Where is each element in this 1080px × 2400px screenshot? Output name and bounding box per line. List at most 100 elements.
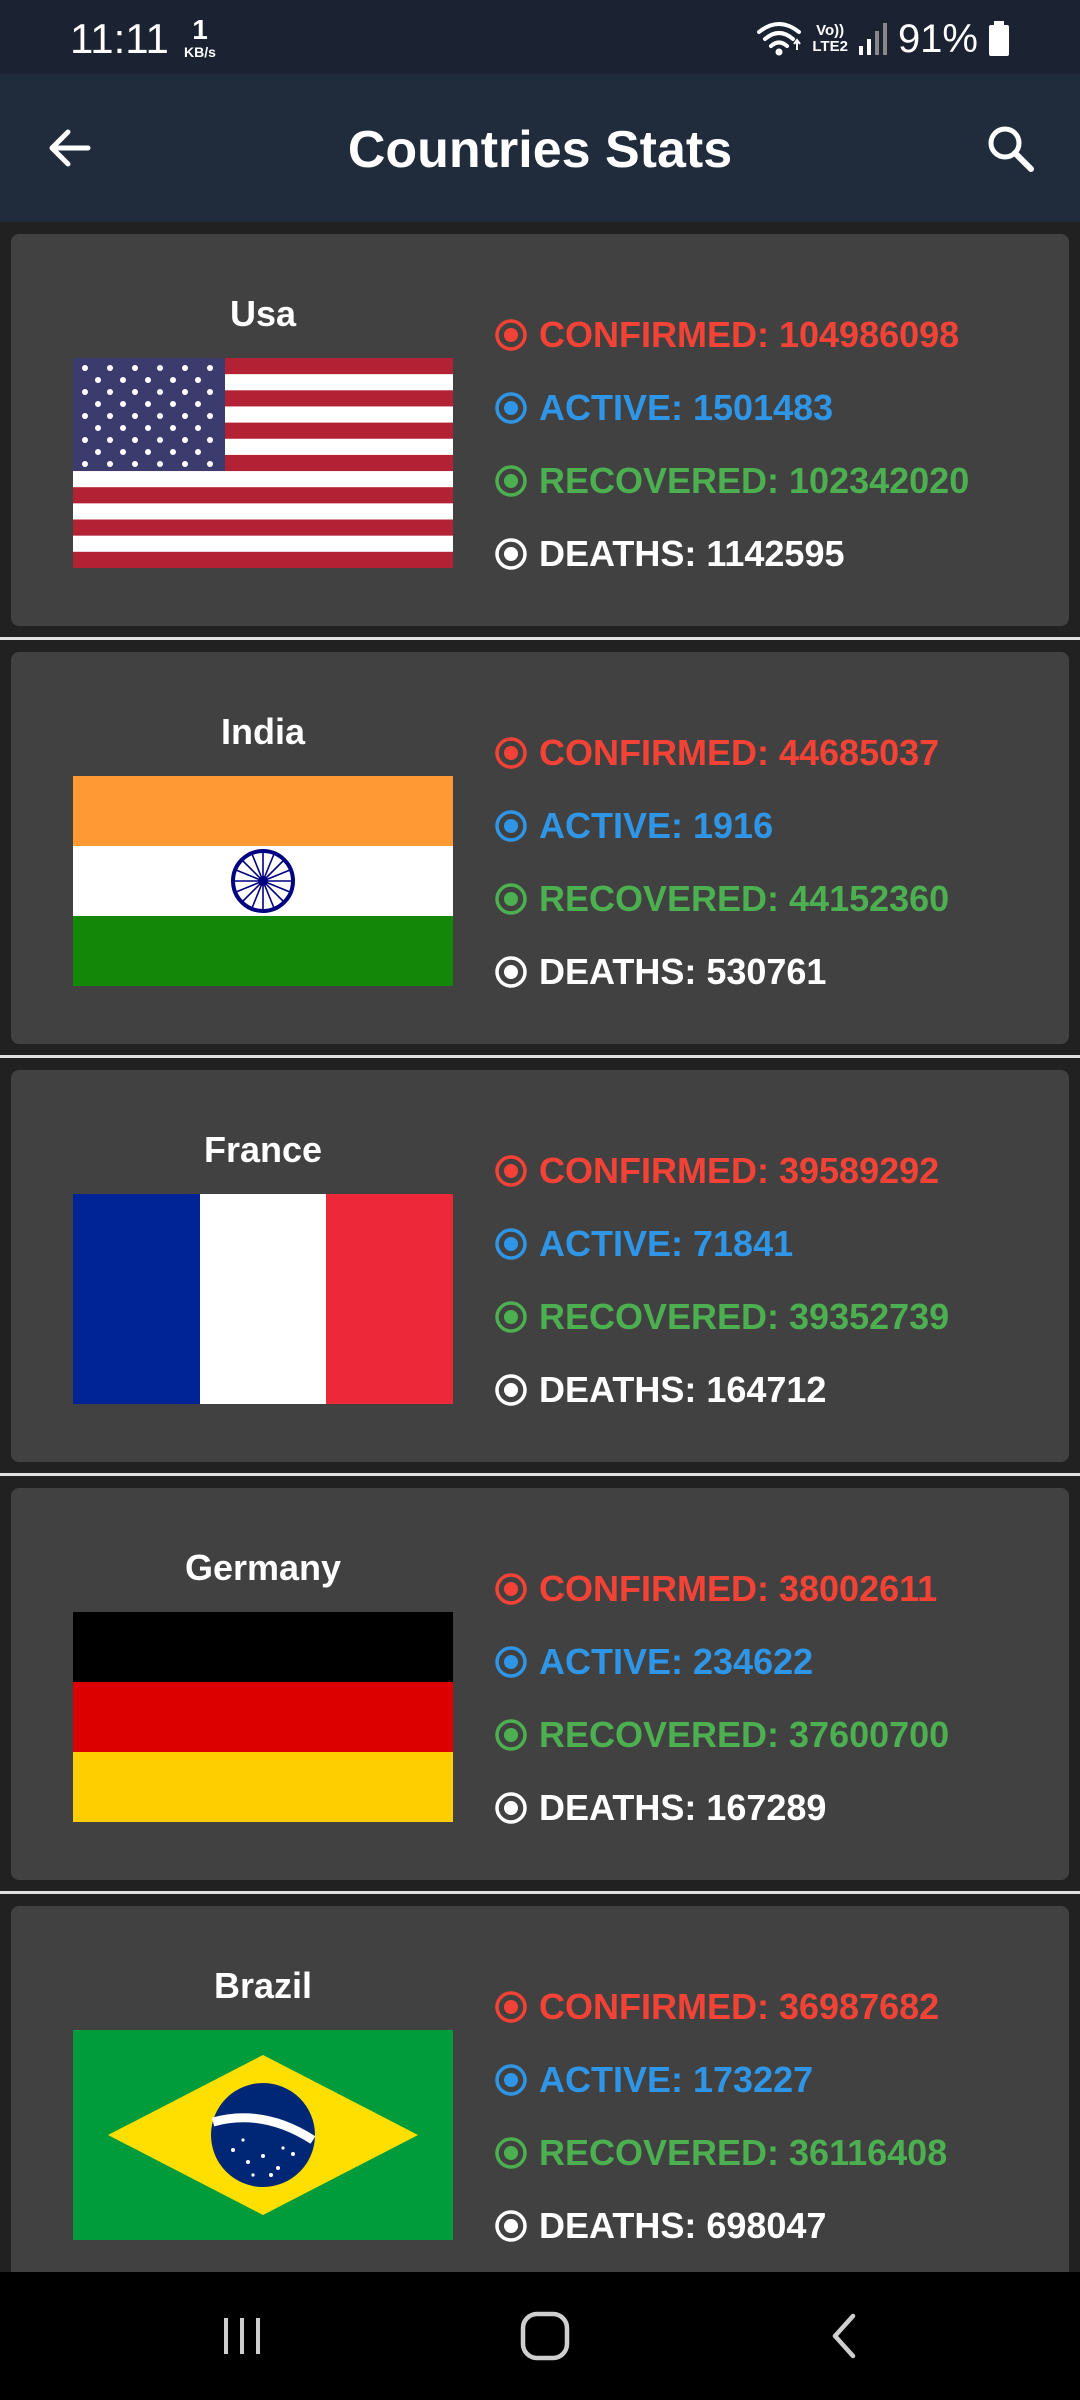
- app-bar: Countries Stats: [0, 74, 1080, 222]
- stat-deaths: DEATHS: 1142595: [494, 517, 1054, 590]
- deaths-value: DEATHS: 1142595: [539, 532, 845, 574]
- radio-dot-icon: [495, 391, 527, 424]
- country-card-france[interactable]: France CONFIRMED: 39589292 ACTIVE: 71841: [11, 1070, 1069, 1462]
- list-item[interactable]: France CONFIRMED: 39589292 ACTIVE: 71841: [0, 1058, 1080, 1476]
- stat-active: ACTIVE: 173227: [494, 2043, 1054, 2116]
- radio-dot-icon: [495, 1645, 527, 1678]
- radio-dot-icon: [495, 809, 527, 842]
- active-value: ACTIVE: 234622: [539, 1640, 814, 1682]
- country-card-india[interactable]: India CONFIRMED: 44685037 ACTIVE: 1916 R…: [11, 652, 1069, 1044]
- country-stats: CONFIRMED: 44685037 ACTIVE: 1916 RECOVER…: [494, 716, 1054, 1008]
- status-bar: 11:11 1 KB/s Vo)) LTE2 91%: [0, 0, 1080, 74]
- network-speed-unit: KB/s: [184, 44, 216, 60]
- search-button[interactable]: [980, 118, 1040, 178]
- stat-confirmed: CONFIRMED: 39589292: [494, 1134, 1054, 1207]
- radio-dot-icon: [495, 2136, 527, 2169]
- countries-list[interactable]: Usa CONFIRMED: 104986098 ACTIVE: 1501483…: [0, 222, 1080, 2272]
- stat-recovered: RECOVERED: 36116408: [494, 2116, 1054, 2189]
- brazil-flag: [73, 2030, 453, 2240]
- list-item[interactable]: India CONFIRMED: 44685037 ACTIVE: 1916 R…: [0, 640, 1080, 1058]
- country-name: Brazil: [213, 1965, 313, 2006]
- recents-icon: [224, 2318, 260, 2354]
- radio-dot-icon: [495, 882, 527, 915]
- radio-dot-icon: [495, 2209, 527, 2242]
- usa-flag: [73, 358, 453, 568]
- home-button[interactable]: [505, 2306, 585, 2366]
- stat-deaths: DEATHS: 698047: [494, 2189, 1054, 2262]
- confirmed-value: CONFIRMED: 104986098: [539, 313, 960, 355]
- confirmed-value: CONFIRMED: 36987682: [539, 1985, 940, 2027]
- network-speed: 1 KB/s: [180, 14, 220, 61]
- stat-deaths: DEATHS: 167289: [494, 1771, 1054, 1844]
- confirmed-value: CONFIRMED: 39589292: [539, 1149, 940, 1191]
- country-card-brazil[interactable]: Brazil CONFIRMED: 36987682 ACTIVE: 17322…: [11, 1906, 1069, 2272]
- recents-button[interactable]: [202, 2306, 282, 2366]
- stat-deaths: DEATHS: 530761: [494, 935, 1054, 1008]
- stat-active: ACTIVE: 234622: [494, 1625, 1054, 1698]
- radio-dot-icon: [495, 1990, 527, 2023]
- lte-label: LTE2: [812, 38, 848, 55]
- france-flag: [73, 1194, 453, 1404]
- radio-dot-icon: [495, 1373, 527, 1406]
- signal-icon: [858, 22, 888, 56]
- country-stats: CONFIRMED: 36987682 ACTIVE: 173227 RECOV…: [494, 1970, 1054, 2262]
- radio-dot-icon: [495, 1718, 527, 1751]
- home-icon: [520, 2311, 570, 2361]
- recovered-value: RECOVERED: 37600700: [539, 1713, 950, 1755]
- stat-recovered: RECOVERED: 102342020: [494, 444, 1054, 517]
- country-card-germany[interactable]: Germany CONFIRMED: 38002611 ACTIVE: 2346…: [11, 1488, 1069, 1880]
- recovered-value: RECOVERED: 102342020: [539, 459, 970, 501]
- radio-dot-icon: [495, 1227, 527, 1260]
- page-title: Countries Stats: [347, 121, 733, 179]
- search-icon: [988, 126, 1034, 172]
- stat-active: ACTIVE: 71841: [494, 1207, 1054, 1280]
- stat-recovered: RECOVERED: 44152360: [494, 862, 1054, 935]
- list-item[interactable]: Usa CONFIRMED: 104986098 ACTIVE: 1501483…: [0, 222, 1080, 640]
- country-name: Germany: [184, 1547, 342, 1588]
- country-stats: CONFIRMED: 39589292 ACTIVE: 71841 RECOVE…: [494, 1134, 1054, 1426]
- list-item[interactable]: Brazil CONFIRMED: 36987682 ACTIVE: 17322…: [0, 1894, 1080, 2272]
- back-icon: [832, 2313, 856, 2359]
- radio-dot-icon: [495, 464, 527, 497]
- active-value: ACTIVE: 173227: [539, 2058, 814, 2100]
- stat-active: ACTIVE: 1916: [494, 789, 1054, 862]
- radio-dot-icon: [495, 1300, 527, 1333]
- active-value: ACTIVE: 71841: [539, 1222, 794, 1264]
- stat-recovered: RECOVERED: 37600700: [494, 1698, 1054, 1771]
- wifi-icon: [756, 20, 802, 58]
- stat-active: ACTIVE: 1501483: [494, 371, 1054, 444]
- stat-confirmed: CONFIRMED: 38002611: [494, 1552, 1054, 1625]
- radio-dot-icon: [495, 318, 527, 351]
- recovered-value: RECOVERED: 36116408: [539, 2131, 948, 2173]
- radio-dot-icon: [495, 1572, 527, 1605]
- stat-confirmed: CONFIRMED: 44685037: [494, 716, 1054, 789]
- country-name: India: [220, 711, 305, 752]
- radio-dot-icon: [495, 537, 527, 570]
- country-stats: CONFIRMED: 38002611 ACTIVE: 234622 RECOV…: [494, 1552, 1054, 1844]
- confirmed-value: CONFIRMED: 38002611: [539, 1567, 938, 1609]
- radio-dot-icon: [495, 736, 527, 769]
- deaths-value: DEATHS: 164712: [539, 1368, 827, 1410]
- active-value: ACTIVE: 1916: [539, 804, 774, 846]
- system-nav-bar: [0, 2272, 1080, 2400]
- volte-indicator: Vo)) LTE2: [812, 23, 848, 55]
- india-flag: [73, 776, 453, 986]
- country-name: Usa: [229, 293, 297, 334]
- stat-recovered: RECOVERED: 39352739: [494, 1280, 1054, 1353]
- germany-flag: [73, 1612, 453, 1822]
- stat-confirmed: CONFIRMED: 104986098: [494, 298, 1054, 371]
- nav-back-button[interactable]: [805, 2306, 885, 2366]
- recovered-value: RECOVERED: 39352739: [539, 1295, 950, 1337]
- network-speed-value: 1: [192, 14, 208, 45]
- radio-dot-icon: [495, 1791, 527, 1824]
- battery-percent: 91%: [897, 17, 978, 61]
- volte-label: Vo)): [816, 22, 845, 39]
- status-indicators: Vo)) LTE2 91%: [756, 14, 1010, 64]
- list-item[interactable]: Germany CONFIRMED: 38002611 ACTIVE: 2346…: [0, 1476, 1080, 1894]
- country-card-usa[interactable]: Usa CONFIRMED: 104986098 ACTIVE: 1501483…: [11, 234, 1069, 626]
- deaths-value: DEATHS: 530761: [539, 950, 827, 992]
- radio-dot-icon: [495, 2063, 527, 2096]
- recovered-value: RECOVERED: 44152360: [539, 877, 950, 919]
- country-stats: CONFIRMED: 104986098 ACTIVE: 1501483 REC…: [494, 298, 1054, 590]
- active-value: ACTIVE: 1501483: [539, 386, 834, 428]
